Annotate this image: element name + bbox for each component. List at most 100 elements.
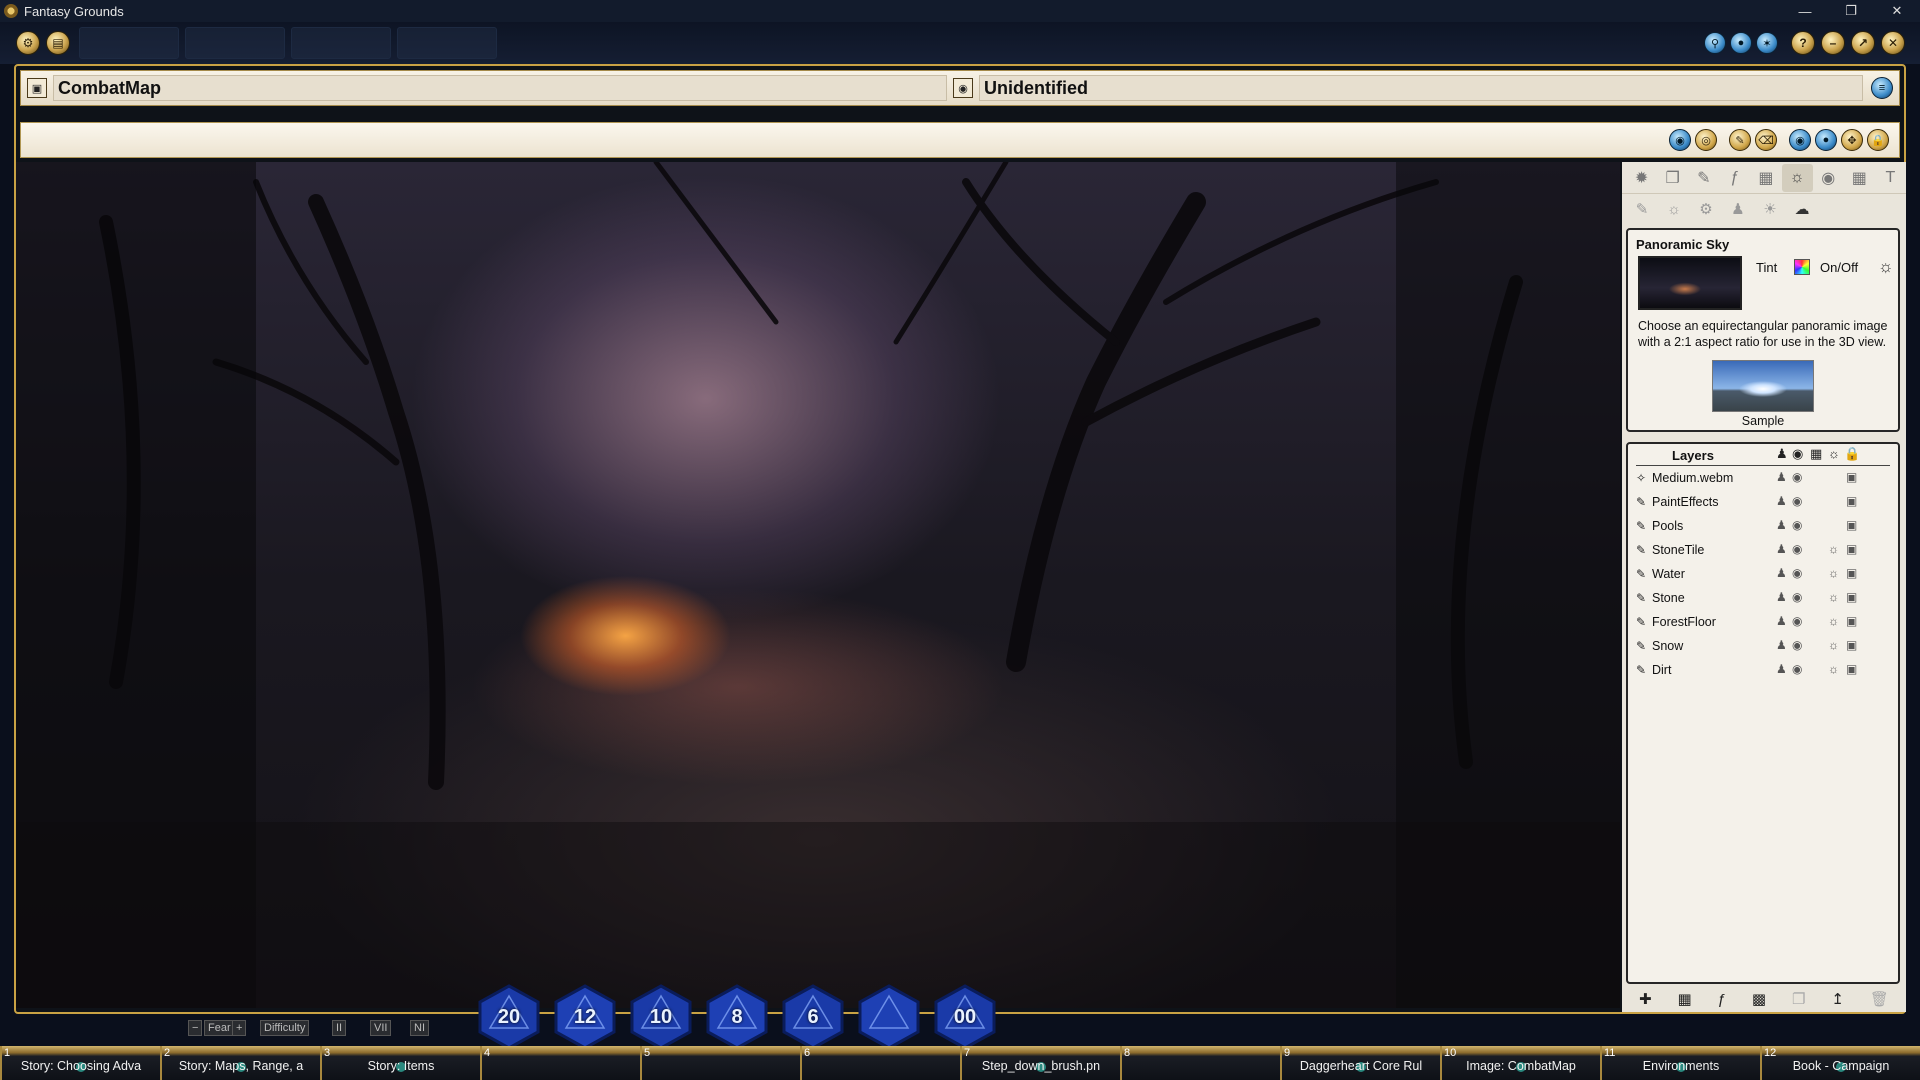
layer-row[interactable]: ✎ StoneTile ♟ ◉ ☼ ▣ [1636,538,1890,562]
tab-lighting-icon[interactable]: ☼ [1781,163,1813,192]
hotkey-slot[interactable]: 2 Story: Maps, Range, a [160,1046,320,1080]
die-button[interactable]: 8 [702,982,772,1052]
layer-row[interactable]: ✎ Pools ♟ ◉ ▣ [1636,514,1890,538]
hotkey-slot[interactable]: 8 [1120,1046,1280,1080]
restore-button[interactable]: ❐ [1828,0,1874,22]
effect-icon[interactable]: ƒ [1718,991,1726,1008]
hotkey-slot[interactable]: 3 Story: Items [320,1046,480,1080]
lock-icon[interactable]: ▣ [1846,590,1857,604]
gm-visibility-icon[interactable]: ♟ [1776,614,1787,628]
lock-icon[interactable]: ▣ [1846,470,1857,484]
fear-minus-button[interactable]: − [188,1020,203,1036]
tokens-icon[interactable]: ● [1815,129,1837,151]
die-button[interactable]: 20 [474,982,544,1052]
duplicate-icon[interactable]: ❐ [1792,990,1805,1008]
tab-grid-icon[interactable]: ▦ [1750,164,1781,192]
gm-visibility-icon[interactable]: ♟ [1776,518,1787,532]
eye-icon[interactable]: ◉ [1792,662,1802,676]
sun-icon[interactable]: ☀ [1754,196,1786,222]
camera-icon[interactable]: ◉ [1669,129,1691,151]
light-icon[interactable]: ☼ [1828,566,1839,580]
mode-chip-2[interactable]: VII [370,1020,392,1036]
eye-icon[interactable]: ◉ [1792,518,1802,532]
eye-icon[interactable]: ◉ [1792,590,1802,604]
tab-layers-icon[interactable]: ❐ [1657,164,1688,192]
tab-table-icon[interactable]: ▦ [1844,164,1875,192]
lock-icon[interactable]: ▣ [1846,494,1857,508]
layer-row[interactable]: ✎ ForestFloor ♟ ◉ ☼ ▣ [1636,610,1890,634]
erase-icon[interactable]: ⌫ [1755,129,1777,151]
gm-visibility-icon[interactable]: ♟ [1776,470,1787,484]
map-viewport[interactable] [16,162,1620,1008]
tab-vision-icon[interactable]: ◉ [1813,164,1844,192]
unidentified-name-field[interactable]: Unidentified [979,75,1863,101]
eye-icon[interactable]: ◉ [1792,566,1802,580]
target-icon[interactable]: ◎ [1695,129,1717,151]
notes-icon[interactable]: ▤ [46,31,70,55]
menu-dropdown-icon[interactable]: ≡ [1871,77,1893,99]
add-layer-icon[interactable]: ✚ [1639,990,1652,1008]
layer-row[interactable]: ✎ PaintEffects ♟ ◉ ▣ [1636,490,1890,514]
eye-icon[interactable]: ◉ [1792,494,1802,508]
pin-icon[interactable]: ◉ [1789,129,1811,151]
weather-icon[interactable]: ☁ [1786,196,1818,222]
lock-icon[interactable]: ▣ [1846,542,1857,556]
light-icon[interactable]: ☼ [1828,638,1839,652]
group-icon[interactable]: ▦ [1677,990,1691,1008]
hotkey-slot[interactable]: 11 Environments [1600,1046,1760,1080]
move-icon[interactable]: ✥ [1841,129,1863,151]
hotkey-slot[interactable]: 9 Daggerheart Core Rul [1280,1046,1440,1080]
light-icon[interactable]: ☼ [1828,590,1839,604]
light-icon[interactable]: ☼ [1828,614,1839,628]
mode-chip-3[interactable]: NI [410,1020,429,1036]
hotkey-slot[interactable]: 12 Book - Campaign [1760,1046,1920,1080]
delete-icon[interactable]: 🗑 [1870,990,1889,1008]
tab-text-icon[interactable]: T [1875,164,1906,192]
draw-icon[interactable]: ✎ [1729,129,1751,151]
search-icon[interactable]: ⚲ [1704,32,1726,54]
tab-effects-icon[interactable]: ƒ [1719,164,1750,192]
die-button[interactable]: 10 [626,982,696,1052]
token-light-icon[interactable]: ⚙ [1690,196,1722,222]
lock-icon[interactable]: ▣ [1846,614,1857,628]
layer-row[interactable]: ✎ Stone ♟ ◉ ☼ ▣ [1636,586,1890,610]
layer-row[interactable]: ✎ Dirt ♟ ◉ ☼ ▣ [1636,658,1890,682]
difficulty-label[interactable]: Difficulty [260,1020,310,1036]
share-icon[interactable]: ✶ [1756,32,1778,54]
sun-toggle-icon[interactable]: ☼ [1878,257,1894,277]
gm-visibility-icon[interactable]: ♟ [1776,638,1787,652]
hotkey-slot[interactable]: 7 Step_down_brush.pn [960,1046,1120,1080]
person-light-icon[interactable]: ♟ [1722,196,1754,222]
light-icon[interactable]: ☼ [1828,662,1839,676]
export-icon[interactable]: ↥ [1831,990,1844,1008]
mode-chip-1[interactable]: II [332,1020,347,1036]
light-icon[interactable]: ☼ [1658,196,1690,222]
identify-icon[interactable]: ◉ [953,78,973,98]
die-button[interactable] [854,982,924,1052]
sidebar-tab-ghost[interactable] [185,27,285,59]
lock-icon[interactable]: ▣ [1846,518,1857,532]
gm-visibility-icon[interactable]: ♟ [1776,662,1787,676]
light-icon[interactable]: ☼ [1828,542,1839,556]
eye-icon[interactable]: ◉ [1792,614,1802,628]
fear-plus-button[interactable]: + [232,1020,247,1036]
eye-icon[interactable]: ◉ [1792,638,1802,652]
lock-icon[interactable]: ▣ [1846,638,1857,652]
layer-row[interactable]: ✎ Snow ♟ ◉ ☼ ▣ [1636,634,1890,658]
tint-color-swatch[interactable] [1794,259,1810,275]
sidebar-tab-ghost[interactable] [291,27,391,59]
lock-icon[interactable]: ▣ [1846,662,1857,676]
folder-icon[interactable]: ▩ [1752,990,1766,1008]
sky-thumbnail[interactable] [1638,256,1742,310]
eye-icon[interactable]: ◉ [1792,470,1802,484]
tab-paint-icon[interactable]: ✎ [1688,164,1719,192]
close-window-icon[interactable]: ✕ [1881,31,1905,55]
lock-icon[interactable]: ▣ [1846,566,1857,580]
resize-icon[interactable]: ↗ [1851,31,1875,55]
hotkey-slot[interactable]: 1 Story: Choosing Adva [0,1046,160,1080]
hotkey-slot[interactable]: 10 Image: CombatMap [1440,1046,1600,1080]
lock-icon[interactable]: ● [1730,32,1752,54]
sidebar-tab-ghost[interactable] [397,27,497,59]
edit-icon[interactable]: ✎ [1626,196,1658,222]
hotkey-slot[interactable]: 6 [800,1046,960,1080]
